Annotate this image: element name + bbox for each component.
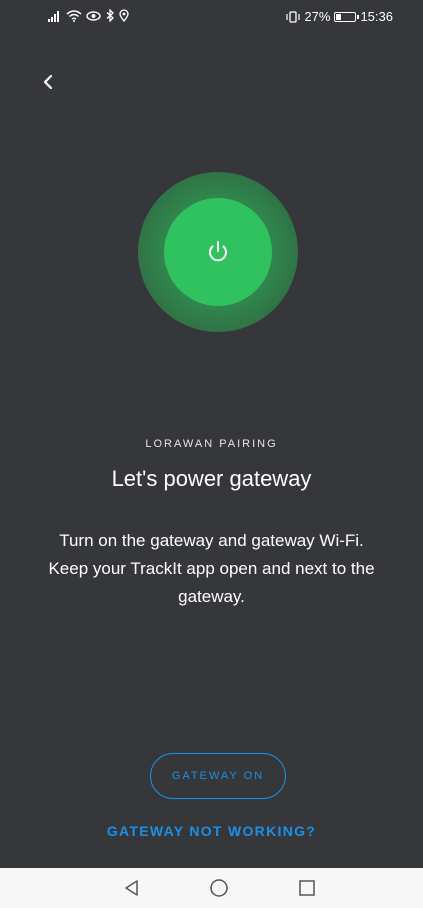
home-circle-icon <box>210 879 228 897</box>
battery-level-fill <box>336 13 342 20</box>
power-icon <box>209 241 227 262</box>
battery-percent: 27% <box>304 9 331 24</box>
wifi-icon <box>66 9 82 22</box>
eye-icon <box>86 10 101 22</box>
location-icon <box>119 9 129 22</box>
section-eyebrow: LORAWAN PAIRING <box>145 438 278 450</box>
back-triangle-icon <box>125 880 138 896</box>
battery-icon <box>334 11 360 22</box>
gateway-not-working-link[interactable]: GATEWAY NOT WORKING? <box>0 823 423 839</box>
nav-recents-button[interactable] <box>294 876 320 900</box>
chevron-left-icon <box>43 74 53 90</box>
gateway-on-button[interactable]: GATEWAY ON <box>150 753 286 799</box>
status-icons-right: 27% 15:36 <box>286 9 393 24</box>
vibrate-icon <box>286 10 301 23</box>
nav-back-button[interactable] <box>119 876 145 900</box>
nav-home-button[interactable] <box>206 876 232 900</box>
status-time: 15:36 <box>360 9 393 24</box>
recents-square-icon <box>299 880 315 896</box>
status-bar: 27% 15:36 <box>0 0 423 36</box>
status-icons-left <box>48 9 129 22</box>
pairing-screen: 27% 15:36 LORAWAN PAIRING Let's power ga… <box>0 0 423 868</box>
system-nav-bar <box>0 868 423 908</box>
back-button[interactable] <box>36 70 60 94</box>
signal-icon <box>48 10 62 22</box>
power-graphic <box>164 198 272 306</box>
instructions-text: Turn on the gateway and gateway Wi-Fi. K… <box>48 531 375 606</box>
page-title: Let's power gateway <box>111 466 312 491</box>
bluetooth-icon <box>105 9 115 22</box>
